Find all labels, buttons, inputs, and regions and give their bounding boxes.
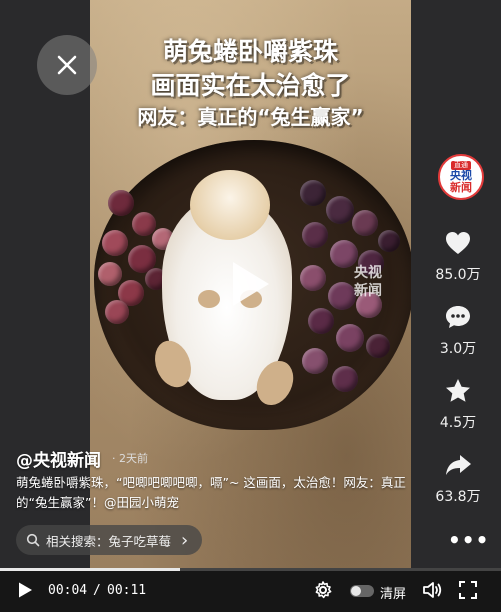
rabbit-paw	[198, 290, 220, 308]
time-separator: /	[93, 583, 101, 598]
video-headline-line1: 萌兔蜷卧嚼紫珠	[162, 37, 338, 66]
grape	[102, 230, 128, 256]
grape	[108, 190, 134, 216]
watermark-line2: 新闻	[354, 283, 382, 299]
watermark: 央视 新闻	[348, 264, 388, 300]
progress-fill	[0, 568, 181, 571]
like-count: 85.0万	[435, 267, 481, 283]
avatar-text-line1: 央视	[450, 168, 472, 182]
star-icon	[446, 379, 470, 402]
grape	[300, 265, 326, 291]
play-icon[interactable]	[16, 581, 34, 599]
grape	[302, 348, 328, 374]
video-player-screen: 央视 新闻 萌兔蜷卧嚼紫珠 画面实在太治愈了 网友：真正的“兔生赢家” 直通 央…	[0, 0, 501, 612]
volume-icon[interactable]	[422, 581, 442, 599]
author-avatar[interactable]: 直通 央视 新闻	[438, 154, 484, 200]
grape	[300, 180, 326, 206]
favorite-button[interactable]: 4.5万	[415, 376, 501, 432]
video-headline-line2: 画面实在太治愈了	[150, 71, 351, 100]
share-count: 63.8万	[435, 489, 481, 505]
avatar-text-line2: 新闻	[450, 180, 472, 194]
fullscreen-icon[interactable]	[459, 581, 477, 599]
play-overlay-icon[interactable]	[233, 262, 269, 306]
watermark-line1: 央视	[354, 265, 382, 281]
share-icon	[446, 455, 471, 475]
grape	[105, 300, 129, 324]
clear-screen-toggle[interactable]	[350, 585, 374, 597]
grape	[308, 308, 334, 334]
heart-icon	[446, 232, 470, 254]
grape	[98, 262, 122, 286]
grape	[378, 230, 400, 252]
clear-screen-label: 清屏	[380, 587, 407, 602]
related-search-chip[interactable]: 相关搜索：兔子吃草莓 ›	[16, 525, 203, 555]
progress-bar[interactable]	[0, 568, 501, 571]
grape	[336, 324, 364, 352]
comment-icon	[446, 306, 470, 328]
chevron-right-icon: ›	[181, 529, 189, 551]
current-time: 00:04	[48, 583, 88, 598]
author-name[interactable]: @央视新闻	[16, 446, 101, 471]
grape	[132, 212, 156, 236]
rabbit-head	[190, 170, 270, 240]
like-button[interactable]: 85.0万	[415, 228, 501, 284]
related-search-label: 相关搜索：兔子吃草莓	[46, 533, 172, 549]
comment-count: 3.0万	[439, 341, 477, 357]
grape	[332, 366, 358, 392]
post-time: · 2天前	[112, 452, 148, 465]
share-button[interactable]: 63.8万	[415, 450, 501, 506]
gear-icon[interactable]	[314, 581, 332, 599]
search-icon	[26, 533, 40, 547]
grape	[326, 196, 354, 224]
player-controls: 00:04 / 00:11 清屏	[0, 568, 501, 612]
close-button[interactable]	[37, 35, 97, 95]
duration: 00:11	[107, 583, 147, 598]
grape	[352, 210, 378, 236]
video-description: 萌兔蜷卧嚼紫珠，“吧唧吧唧吧唧，嗝”~ 这画面，太治愈！网友：真正的“兔生赢家”…	[16, 475, 406, 510]
comment-button[interactable]: 3.0万	[415, 302, 501, 358]
grape	[366, 334, 390, 358]
more-options-button[interactable]: •••	[448, 528, 489, 552]
grape	[302, 222, 328, 248]
close-icon	[57, 55, 77, 75]
video-headline-line3: 网友：真正的“兔生赢家”	[137, 105, 364, 129]
favorite-count: 4.5万	[439, 415, 477, 431]
